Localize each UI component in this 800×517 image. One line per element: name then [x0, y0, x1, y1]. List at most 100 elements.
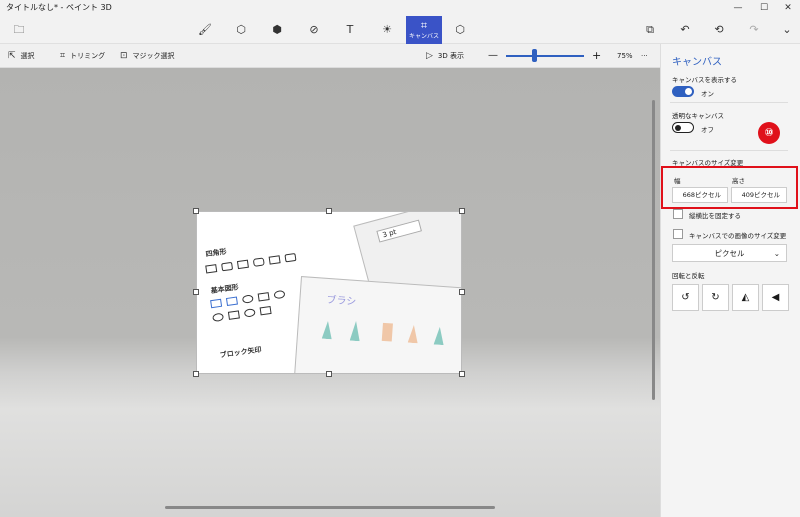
stroke-size-field: 3 pt — [376, 219, 422, 243]
zoom-in-button[interactable]: + — [592, 44, 601, 68]
close-button[interactable]: ✕ — [776, 0, 800, 16]
shape-icon — [210, 298, 223, 309]
undo-icon[interactable]: ↶ — [668, 16, 702, 44]
view3d-button[interactable]: ▷ 3D 表示 — [426, 44, 464, 68]
more-options-button[interactable]: ··· — [641, 44, 648, 68]
divider — [670, 102, 788, 103]
shape-icon — [212, 312, 225, 323]
unit-dropdown-value: ピクセル — [714, 249, 745, 258]
tab-canvas[interactable]: ⌗ キャンバス — [406, 16, 442, 44]
redo-icon[interactable]: ↷ — [737, 16, 771, 44]
show-canvas-toggle[interactable] — [672, 86, 694, 97]
brushes-icon[interactable]: 🖌 — [188, 16, 222, 44]
resize-handle[interactable] — [193, 371, 199, 377]
magic-select-icon: ⊡ — [120, 51, 128, 61]
stickers-icon[interactable]: ⊘ — [297, 16, 331, 44]
magic-select-button[interactable]: ⊡ マジック選択 — [120, 44, 175, 68]
zoom-slider-track[interactable] — [506, 55, 584, 57]
history-icon[interactable]: ⟲ — [702, 16, 736, 44]
shape-icon — [241, 294, 254, 304]
rotate-right-button[interactable]: ↻ — [702, 284, 729, 311]
canvas-toolbar: ⇱ 選択 ⌗ トリミング ⊡ マジック選択 ▷ 3D 表示 — + 75% ··· — [0, 44, 660, 68]
resize-handle[interactable] — [326, 371, 332, 377]
step-badge: ⑩ — [758, 122, 780, 144]
title-bar: タイトルなし* - ペイント 3D — ☐ ✕ — [0, 0, 800, 16]
canvas-icon: ⌗ — [420, 19, 428, 32]
paste-icon[interactable]: ⧉ — [633, 16, 667, 44]
lock-ratio-label: 縦横比を固定する — [689, 212, 741, 220]
heading-arrow: ブロック矢印 — [219, 345, 263, 360]
zoom-out-button[interactable]: — — [488, 44, 498, 68]
crayon-icon — [408, 325, 419, 344]
brush-title: ブラシ — [326, 294, 357, 308]
heading-rect: 四角形 — [205, 247, 228, 259]
resize-handle[interactable] — [459, 208, 465, 214]
select-label: 選択 — [20, 52, 35, 60]
menu-icon[interactable]: 🗀 — [2, 16, 36, 44]
transparent-toggle[interactable] — [672, 122, 694, 133]
shape-icon — [243, 308, 256, 318]
cursor-icon: ⇱ — [8, 51, 16, 61]
lock-ratio-checkbox[interactable] — [673, 209, 683, 219]
divider — [670, 150, 788, 151]
shape-icon — [252, 257, 265, 267]
show-canvas-label: キャンバスを表示する — [672, 76, 737, 84]
tab-canvas-label: キャンバス — [408, 33, 439, 40]
mixed-reality-icon[interactable]: ⬡ — [443, 16, 477, 44]
resize-handle[interactable] — [326, 208, 332, 214]
show-canvas-state: オン — [701, 90, 714, 98]
brush-icon — [434, 326, 445, 345]
shape-icon — [259, 305, 272, 316]
resize-handle[interactable] — [459, 289, 465, 295]
marker-icon — [322, 321, 333, 340]
zoom-slider-thumb[interactable] — [532, 49, 537, 62]
brushes-card: ブラシ — [293, 276, 461, 373]
trim-button[interactable]: ⌗ トリミング — [60, 44, 105, 68]
panel-title: キャンバス — [672, 57, 722, 68]
rotate-left-button[interactable]: ↺ — [672, 284, 699, 311]
flip-horizontal-button[interactable]: ◭ — [732, 284, 759, 311]
window-title: タイトルなし* - ペイント 3D — [6, 3, 112, 12]
shape-icon — [268, 255, 281, 265]
canvas-image[interactable]: 四角形 基本図形 ブロック矢印 3 pt ブラシ — [196, 211, 462, 374]
pencil-icon — [381, 322, 393, 342]
expand-icon[interactable]: ⌄ — [770, 16, 800, 44]
unit-dropdown[interactable]: ピクセル ⌄ — [672, 244, 787, 262]
canvas-side-panel: キャンバス キャンバスを表示する オン 透明なキャンバス オフ キャンバスのサイ… — [660, 44, 800, 517]
rotate-label: 回転と反転 — [672, 272, 705, 280]
highlight-box — [661, 166, 798, 209]
select-button[interactable]: ⇱ 選択 — [8, 44, 35, 68]
resize-handle[interactable] — [459, 371, 465, 377]
shape-icon — [221, 261, 234, 272]
2d-shapes-icon[interactable]: ⬡ — [224, 16, 258, 44]
shape-icon — [257, 292, 270, 302]
zoom-value: 75% — [617, 52, 633, 60]
shape-icon — [205, 264, 218, 274]
maximize-button[interactable]: ☐ — [752, 0, 776, 16]
horizontal-scrollbar[interactable] — [165, 506, 495, 509]
3d-shapes-icon[interactable]: ⬢ — [260, 16, 294, 44]
magic-select-label: マジック選択 — [132, 52, 175, 60]
resize-handle[interactable] — [193, 289, 199, 295]
resize-image-label: キャンバスでの画像のサイズ変更 — [689, 232, 787, 240]
transparent-state: オフ — [701, 126, 714, 134]
flip-vertical-button[interactable]: ◀ — [762, 284, 789, 311]
shape-icon — [236, 259, 249, 270]
effects-icon[interactable]: ☀ — [370, 16, 404, 44]
trim-label: トリミング — [70, 52, 106, 60]
resize-handle[interactable] — [193, 208, 199, 214]
heading-basic: 基本図形 — [210, 283, 240, 296]
view3d-label: 3D 表示 — [437, 52, 464, 60]
resize-image-checkbox[interactable] — [673, 229, 683, 239]
shape-icon — [227, 310, 240, 320]
minimize-button[interactable]: — — [726, 0, 750, 16]
shape-icon — [284, 252, 297, 263]
crop-icon: ⌗ — [60, 51, 66, 61]
shape-icon — [273, 289, 286, 300]
ribbon: 🗀 🖌 ⬡ ⬢ ⊘ T ☀ ⌗ キャンバス ⬡ ⧉ ↶ ⟲ ↷ ⌄ — [0, 16, 800, 44]
pen-icon — [350, 321, 361, 342]
text-icon[interactable]: T — [333, 16, 367, 44]
shape-icon — [225, 296, 238, 306]
vertical-scrollbar[interactable] — [652, 100, 655, 400]
chevron-down-icon: ⌄ — [773, 249, 780, 258]
